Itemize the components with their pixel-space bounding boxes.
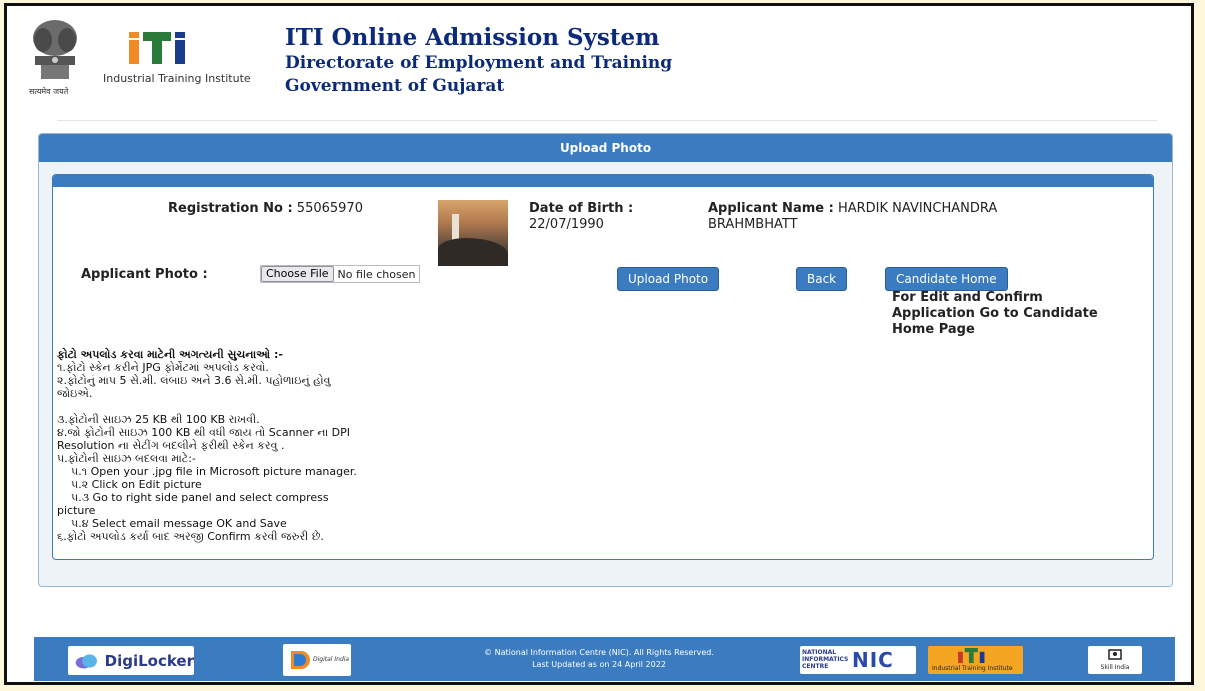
skill-india-icon	[1108, 649, 1122, 660]
header-titles: ITI Online Admission System Directorate …	[285, 24, 672, 98]
candidate-home-note: For Edit and Confirm Application Go to C…	[892, 290, 1098, 338]
copyright-text: © National Information Centre (NIC). All…	[484, 648, 714, 657]
instruction-line: ૫.૪ Select email message OK and Save	[71, 517, 287, 530]
app-title: ITI Online Admission System	[285, 24, 660, 51]
instruction-line: Resolution ના સેટીંગ બદલીને ફરીથી સ્કેન …	[57, 439, 285, 452]
iti-footer-icon	[958, 648, 985, 664]
applicant-name-value-2: BRAHMBHATT	[708, 217, 798, 232]
cloud-icon	[75, 653, 97, 668]
instruction-line: ૬.ફોટો અપલોડ કર્યા બાદ અરજી Confirm કરવી…	[57, 530, 324, 543]
choose-file-button[interactable]: Choose File	[261, 266, 334, 282]
back-button[interactable]: Back	[796, 267, 848, 291]
iti-logo: Industrial Training Institute	[103, 32, 251, 92]
instruction-line: ૪.જો ફોટોની સાઇઝ 100 KB થી વધી જાય તો Sc…	[57, 426, 351, 439]
digilocker-label: DigiLocker	[104, 651, 194, 670]
page-frame: सत्यमेव जयते Industrial Training Institu…	[4, 3, 1194, 685]
applicant-name-label: Applicant Name :	[708, 201, 834, 216]
note-line-2: Application Go to Candidate	[892, 306, 1098, 321]
instruction-line: ૫.૧ Open your .jpg file in Microsoft pic…	[71, 465, 357, 478]
upload-form: Registration No : 55065970 Date of Birth…	[52, 174, 1154, 560]
instruction-line: ૩.ફોટોની સાઇઝ 25 KB થી 100 KB રાખવી.	[57, 413, 260, 426]
skill-india-link[interactable]: Skill India	[1088, 646, 1142, 674]
instruction-line: ૫.૨ Click on Edit picture	[71, 478, 202, 491]
instructions-heading: ફોટો અપલોડ કરવા માટેની અગત્યની સુચનાઓ :-	[57, 348, 283, 361]
digilocker-link[interactable]: DigiLocker	[68, 646, 194, 675]
nic-caption: NATIONAL INFORMATICS CENTRE	[802, 649, 849, 670]
instruction-line: ૧.ફોટો સ્કેન કરીને JPG ફોર્મેટમાં અપલોડ …	[57, 361, 269, 374]
registration-field: Registration No : 55065970	[168, 201, 363, 216]
instruction-line: ૫.૩ Go to right side panel and select co…	[71, 491, 329, 504]
dob-label: Date of Birth :	[529, 201, 634, 216]
instruction-line: જોઇએ.	[57, 387, 93, 400]
candidate-home-button[interactable]: Candidate Home	[885, 267, 1008, 291]
nic-logo-text: NIC	[852, 648, 894, 672]
footer: DigiLocker Digital India © National Info…	[34, 637, 1175, 681]
dob-field: Date of Birth : 22/07/1990	[529, 201, 633, 233]
national-emblem-icon: सत्यमेव जयते	[23, 14, 87, 100]
file-status-text: No file chosen	[337, 267, 416, 281]
note-line-1: For Edit and Confirm	[892, 290, 1043, 305]
photo-instructions: ફોટો અપલોડ કરવા માટેની અગત્યની સુચનાઓ :-…	[57, 348, 417, 543]
instruction-line: ૫.ફોટોની સાઇઝ બદલવા માટે:-	[57, 452, 196, 465]
last-updated-text: Last Updated as on 24 April 2022	[532, 660, 666, 669]
skill-india-label: Skill India	[1100, 664, 1130, 671]
upload-photo-button[interactable]: Upload Photo	[617, 267, 720, 291]
dob-value: 22/07/1990	[529, 217, 604, 232]
registration-label: Registration No :	[168, 201, 293, 216]
government-title: Government of Gujarat	[285, 76, 505, 96]
instruction-line: ૨.ફોટોનું માપ 5 સે.મી. લંબાઇ અને 3.6 સે.…	[57, 374, 331, 387]
instruction-line: picture	[57, 504, 96, 517]
applicant-name-value: HARDIK NAVINCHANDRA	[837, 201, 998, 216]
directorate-title: Directorate of Employment and Training	[285, 53, 673, 73]
lighthouse-shape	[452, 214, 459, 240]
iti-logo-caption: Industrial Training Institute	[103, 72, 251, 85]
cliff-shape	[438, 238, 508, 266]
nic-link[interactable]: NATIONAL INFORMATICS CENTRE NIC	[800, 646, 916, 674]
digital-india-label: Digital India	[313, 656, 350, 663]
panel-title: Upload Photo	[39, 134, 1172, 162]
emblem-caption: सत्यमेव जयते	[29, 87, 69, 96]
photo-file-input[interactable]: Choose File No file chosen	[260, 265, 421, 283]
instruction-line	[57, 400, 417, 413]
digital-india-icon	[291, 651, 310, 669]
applicant-photo-thumbnail	[438, 200, 508, 266]
iti-footer-caption: Industrial Training Institute	[932, 665, 1013, 672]
applicant-name-field: Applicant Name : HARDIK NAVINCHANDRA BRA…	[708, 201, 997, 233]
iti-footer-logo[interactable]: Industrial Training Institute	[928, 646, 1023, 674]
footer-copyright: © National Information Centre (NIC). All…	[454, 647, 744, 671]
header-divider	[57, 120, 1157, 121]
applicant-photo-label: Applicant Photo :	[81, 267, 208, 282]
digital-india-link[interactable]: Digital India	[283, 644, 351, 676]
note-line-3: Home Page	[892, 322, 975, 337]
upload-photo-panel: Upload Photo Registration No : 55065970 …	[38, 133, 1173, 587]
inner-panel-header	[53, 175, 1153, 187]
registration-value: 55065970	[296, 201, 363, 216]
